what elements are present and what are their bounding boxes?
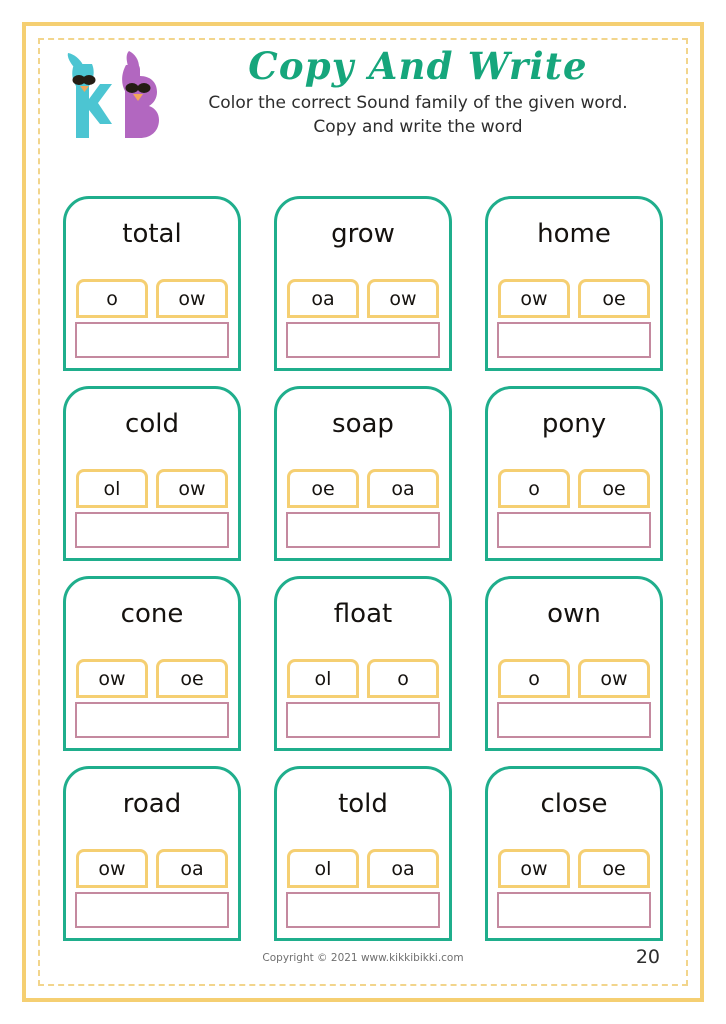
- sound-family-options: ow oa: [76, 849, 228, 888]
- sound-family-option-box[interactable]: oa: [367, 849, 439, 888]
- card-word: home: [537, 219, 611, 249]
- sound-family-options: ol oa: [287, 849, 439, 888]
- sound-family-option-box[interactable]: oe: [578, 279, 650, 318]
- sound-family-options: ow oe: [498, 849, 650, 888]
- card-word: close: [540, 789, 608, 819]
- sound-family-option-box[interactable]: oe: [578, 849, 650, 888]
- sound-family-options: ol o: [287, 659, 439, 698]
- word-card: pony o oe: [485, 386, 663, 561]
- card-word: cone: [120, 599, 184, 629]
- word-card: close ow oe: [485, 766, 663, 941]
- word-card: cone ow oe: [63, 576, 241, 751]
- sound-family-options: ol ow: [76, 469, 228, 508]
- word-card: soap oe oa: [274, 386, 452, 561]
- write-the-word-box[interactable]: [75, 702, 229, 738]
- write-the-word-box[interactable]: [497, 512, 651, 548]
- sound-family-option-box[interactable]: ow: [76, 659, 148, 698]
- word-card: float ol o: [274, 576, 452, 751]
- sound-family-options: oe oa: [287, 469, 439, 508]
- card-word: total: [122, 219, 182, 249]
- word-card: told ol oa: [274, 766, 452, 941]
- write-the-word-box[interactable]: [75, 892, 229, 928]
- write-the-word-box[interactable]: [497, 322, 651, 358]
- sound-family-option-box[interactable]: ow: [156, 469, 228, 508]
- sound-family-option-box[interactable]: o: [498, 469, 570, 508]
- kikkibikki-logo-icon: [56, 50, 164, 142]
- card-word: told: [338, 789, 388, 819]
- write-the-word-box[interactable]: [286, 702, 440, 738]
- sound-family-option-box[interactable]: ow: [76, 849, 148, 888]
- word-card: home ow oe: [485, 196, 663, 371]
- sound-family-option-box[interactable]: o: [498, 659, 570, 698]
- card-word: pony: [541, 409, 607, 439]
- card-word: float: [333, 599, 393, 629]
- page-content: Copy And Write Color the correct Sound f…: [44, 44, 682, 980]
- sound-family-option-box[interactable]: oa: [287, 279, 359, 318]
- word-card: road ow oa: [63, 766, 241, 941]
- sound-family-option-box[interactable]: oa: [156, 849, 228, 888]
- sound-family-option-box[interactable]: o: [367, 659, 439, 698]
- sound-family-option-box[interactable]: o: [76, 279, 148, 318]
- word-card-grid: total o ow grow oa ow home ow oe cold ol ow soap oe oa…: [60, 196, 666, 941]
- sound-family-option-box[interactable]: oe: [578, 469, 650, 508]
- sound-family-option-box[interactable]: ow: [578, 659, 650, 698]
- sound-family-option-box[interactable]: ow: [156, 279, 228, 318]
- write-the-word-box[interactable]: [497, 892, 651, 928]
- sound-family-option-box[interactable]: ow: [367, 279, 439, 318]
- instruction-line-1: Color the correct Sound family of the gi…: [208, 93, 628, 113]
- card-word: soap: [332, 409, 394, 439]
- sound-family-options: o ow: [76, 279, 228, 318]
- word-card: total o ow: [63, 196, 241, 371]
- sound-family-option-box[interactable]: ol: [287, 659, 359, 698]
- sound-family-option-box[interactable]: oe: [287, 469, 359, 508]
- word-card: cold ol ow: [63, 386, 241, 561]
- word-card: grow oa ow: [274, 196, 452, 371]
- write-the-word-box[interactable]: [497, 702, 651, 738]
- worksheet-page: Copy And Write Color the correct Sound f…: [0, 0, 726, 1024]
- sound-family-option-box[interactable]: ow: [498, 279, 570, 318]
- write-the-word-box[interactable]: [286, 322, 440, 358]
- word-card: own o ow: [485, 576, 663, 751]
- sound-family-option-box[interactable]: ol: [76, 469, 148, 508]
- card-word: grow: [331, 219, 395, 249]
- title-block: Copy And Write Color the correct Sound f…: [154, 48, 682, 139]
- sound-family-options: o oe: [498, 469, 650, 508]
- sound-family-options: oa ow: [287, 279, 439, 318]
- instruction-line-2: Copy and write the word: [313, 117, 523, 138]
- write-the-word-box[interactable]: [286, 892, 440, 928]
- sound-family-option-box[interactable]: oe: [156, 659, 228, 698]
- page-title: Copy And Write: [248, 44, 588, 88]
- sound-family-option-box[interactable]: ol: [287, 849, 359, 888]
- write-the-word-box[interactable]: [286, 512, 440, 548]
- sound-family-options: ow oe: [498, 279, 650, 318]
- sound-family-options: ow oe: [76, 659, 228, 698]
- card-word: road: [122, 789, 182, 819]
- card-word: cold: [125, 409, 179, 439]
- page-footer: Copyright © 2021 www.kikkibikki.com 20: [60, 946, 666, 972]
- page-number: 20: [635, 946, 660, 968]
- sound-family-option-box[interactable]: ow: [498, 849, 570, 888]
- card-word: own: [547, 599, 601, 629]
- copyright-text: Copyright © 2021 www.kikkibikki.com: [262, 952, 464, 964]
- page-header: Copy And Write Color the correct Sound f…: [44, 44, 682, 169]
- sound-family-option-box[interactable]: oa: [367, 469, 439, 508]
- sound-family-options: o ow: [498, 659, 650, 698]
- write-the-word-box[interactable]: [75, 512, 229, 548]
- write-the-word-box[interactable]: [75, 322, 229, 358]
